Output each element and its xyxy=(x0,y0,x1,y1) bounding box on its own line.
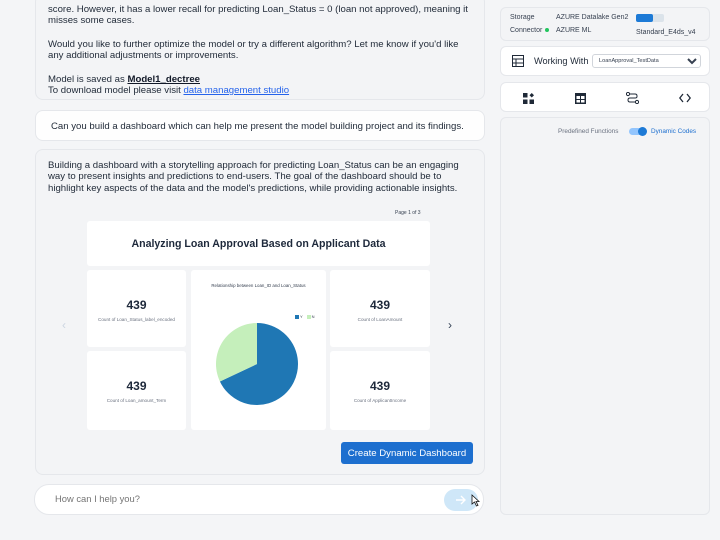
page-indicator: Page 1 of 3 xyxy=(395,210,421,216)
status-dot-icon xyxy=(545,28,550,33)
message-text: Would you like to further optimize the m… xyxy=(48,38,459,62)
create-dynamic-dashboard-button[interactable]: Create Dynamic Dashboard xyxy=(341,442,473,464)
kpi-value: 439 xyxy=(126,379,147,393)
mouse-pointer-icon xyxy=(471,494,481,512)
kpi-label: Count of LoanAmount xyxy=(357,317,403,322)
kpi-label: Count of ApplicantIncome xyxy=(353,398,407,403)
kpi-card: 439 Count of LoanAmount xyxy=(330,270,430,347)
dataset-select[interactable]: LoanApproval_TestData xyxy=(592,54,701,68)
dashboard-title: Analyzing Loan Approval Based on Applica… xyxy=(87,221,430,266)
connector-label: Connector xyxy=(510,27,550,34)
model-name: Model1_dectree xyxy=(127,73,200,85)
compute-value: Standard_E4ds_v4 xyxy=(636,29,696,36)
kpi-label: Count of Loan_Status_label_encoded xyxy=(98,317,175,322)
kpi-value: 439 xyxy=(369,379,391,393)
app-root: score. However, it has a lower recall fo… xyxy=(0,0,720,540)
saved-model-line: Model is saved as Model1_dectree xyxy=(48,74,472,85)
next-page-button[interactable]: › xyxy=(448,318,452,332)
message-text: score. However, it has a lower recall fo… xyxy=(48,4,468,27)
code-icon[interactable] xyxy=(678,91,692,105)
toggle-knob xyxy=(638,127,647,136)
kpi-label: Count of Loan_amount_Term xyxy=(106,398,167,403)
storage-label: Storage xyxy=(510,14,535,21)
pie-chart xyxy=(216,323,298,405)
chat-input-container xyxy=(34,484,484,515)
flow-icon[interactable] xyxy=(625,91,639,105)
user-message: Can you build a dashboard which can help… xyxy=(35,110,485,141)
storage-usage-bar xyxy=(636,14,664,22)
download-line: To download model please visit data mana… xyxy=(48,85,472,96)
kpi-card: 439 Count of ApplicantIncome xyxy=(330,351,430,430)
kpi-card: 439 Count of Loan_amount_Term xyxy=(87,351,186,430)
kpi-card: 439 Count of Loan_Status_label_encoded xyxy=(87,270,186,347)
saved-prefix: Model is saved as xyxy=(48,73,125,85)
function-mode-toggle[interactable] xyxy=(629,127,647,136)
working-with-label: Working With xyxy=(534,56,589,66)
storage-info-panel: Storage AZURE Datalake Gen2 Connector AZ… xyxy=(500,7,710,41)
working-with-panel: Working With LoanApproval_TestData xyxy=(500,46,710,76)
pie-chart-card: Relationship between Loan_ID and Loan_St… xyxy=(191,270,326,430)
data-management-link[interactable]: data management studio xyxy=(183,85,289,96)
predefined-functions-label: Predefined Functions xyxy=(558,128,619,135)
connector-value: AZURE ML xyxy=(556,27,592,34)
functions-panel: Predefined Functions Dynamic Codes xyxy=(500,117,710,515)
kpi-value: 439 xyxy=(369,298,391,312)
table-icon[interactable] xyxy=(573,91,587,105)
storage-value: AZURE Datalake Gen2 xyxy=(556,14,629,21)
storage-usage-fill xyxy=(636,14,653,22)
table-icon xyxy=(512,55,524,67)
arrow-right-icon xyxy=(456,495,466,505)
prev-page-button[interactable]: ‹ xyxy=(62,318,66,332)
kpi-value: 439 xyxy=(126,298,147,312)
chat-input[interactable] xyxy=(55,493,435,504)
dynamic-codes-label: Dynamic Codes xyxy=(651,128,697,135)
assistant-message: score. However, it has a lower recall fo… xyxy=(35,0,485,100)
tool-icon-bar xyxy=(500,82,710,112)
message-text: Building a dashboard with a storytelling… xyxy=(48,160,459,194)
download-prefix: To download model please visit xyxy=(48,85,181,97)
widgets-icon[interactable] xyxy=(521,91,535,105)
